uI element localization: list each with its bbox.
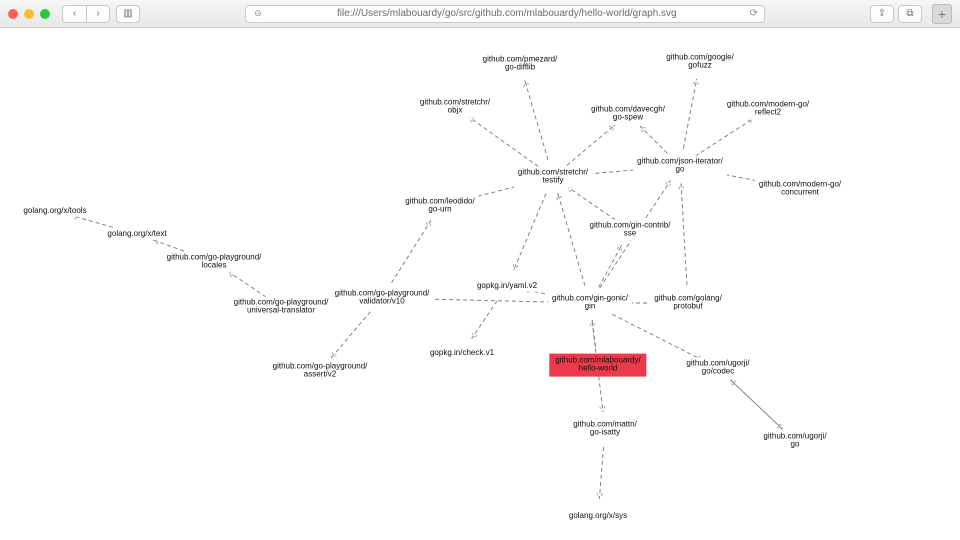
- graph-node-gofuzz: github.com/google/ gofuzz: [662, 52, 738, 73]
- graph-node-reflect2: github.com/modern-go/ reflect2: [723, 99, 813, 120]
- graph-edge: [567, 126, 614, 166]
- graph-edge: [392, 221, 431, 283]
- graph-node-yaml: gopkg.in/yaml.v2: [473, 280, 541, 292]
- graph-edge: [472, 301, 497, 338]
- tabs-icon: ⧉: [906, 8, 913, 19]
- graph-node-objx: github.com/stretchr/ objx: [416, 97, 494, 118]
- graph-node-ugorjicodec: github.com/ugorji/ go/codec: [682, 358, 753, 379]
- window-close-button[interactable]: [8, 9, 18, 19]
- sidebar-button[interactable]: ▥: [116, 5, 140, 23]
- graph-node-xtools: golang.org/x/tools: [19, 205, 90, 217]
- window-traffic-lights: [8, 9, 50, 19]
- toolbar-right: ⇪ ⧉: [870, 5, 922, 23]
- graph-node-protobuf: github.com/golang/ protobuf: [650, 293, 726, 314]
- plus-icon: +: [938, 6, 946, 22]
- graph-node-concurrent: github.com/modern-go/ concurrent: [755, 179, 845, 200]
- graph-edge: [599, 246, 622, 287]
- site-info-icon: ⊝: [252, 8, 264, 20]
- graph-node-jsoniter: github.com/json-iterator/ go: [633, 156, 727, 177]
- window-zoom-button[interactable]: [40, 9, 50, 19]
- graph-edge: [514, 194, 546, 270]
- graph-edge: [525, 81, 548, 159]
- chevron-left-icon: ‹: [73, 8, 76, 19]
- address-bar-wrap: ⊝ file:///Users/mlabouardy/go/src/github…: [146, 5, 864, 23]
- graph-node-hello: github.com/mlabouardy/ hello-world: [549, 354, 646, 377]
- graph-edge: [558, 194, 585, 285]
- graph-edge: [731, 380, 782, 428]
- graph-edge: [568, 187, 615, 220]
- graph-node-spew: github.com/davecgh/ go-spew: [587, 104, 669, 125]
- browser-toolbar: ‹ › ▥ ⊝ file:///Users/mlabouardy/go/src/…: [0, 0, 960, 28]
- graph-node-validator: github.com/go-playground/ validator/v10: [331, 288, 434, 309]
- graph-edge: [641, 127, 668, 154]
- back-button[interactable]: ‹: [62, 5, 86, 23]
- chevron-right-icon: ›: [96, 8, 99, 19]
- new-tab-button[interactable]: +: [932, 4, 952, 24]
- graph-node-mattn: github.com/mattn/ go-isatty: [569, 419, 641, 440]
- tabs-button[interactable]: ⧉: [898, 5, 922, 23]
- graph-node-locales: github.com/go-playground/ locales: [163, 252, 266, 273]
- address-bar[interactable]: ⊝ file:///Users/mlabouardy/go/src/github…: [245, 5, 765, 23]
- nav-back-forward: ‹ ›: [62, 5, 110, 23]
- graph-edge: [470, 117, 539, 166]
- graph-node-check: gopkg.in/check.v1: [426, 347, 498, 359]
- graph-node-ugorjigo: github.com/ugorji/ go: [759, 431, 830, 452]
- graph-edge: [332, 312, 371, 358]
- share-button[interactable]: ⇪: [870, 5, 894, 23]
- graph-node-assert: github.com/go-playground/ assert/v2: [269, 361, 372, 382]
- graph-node-xtext: golang.org/x/text: [103, 228, 170, 240]
- graph-node-utrans: github.com/go-playground/ universal-tran…: [230, 297, 333, 318]
- reload-icon[interactable]: ⟳: [750, 8, 758, 19]
- graph-edge: [681, 184, 687, 285]
- graph-edge: [229, 272, 266, 297]
- graph-node-difflib: github.com/pmezard/ go-difflib: [479, 54, 562, 75]
- dependency-graph: github.com/mlabouardy/ hello-world github…: [0, 28, 960, 540]
- graph-node-testify: github.com/stretchr/ testify: [514, 167, 592, 188]
- graph-node-gin: github.com/gin-gonic/ gin: [548, 293, 632, 314]
- graph-edge: [606, 311, 702, 360]
- url-text: file:///Users/mlabouardy/go/src/github.c…: [270, 8, 744, 19]
- graph-edge: [695, 119, 753, 156]
- graph-node-gourn: github.com/leodido/ go-urn: [401, 196, 478, 217]
- graph-node-xsys: golang.org/x/sys: [565, 510, 631, 522]
- window-minimize-button[interactable]: [24, 9, 34, 19]
- sidebar-icon: ▥: [123, 8, 132, 19]
- graph-edge: [683, 80, 696, 149]
- graph-node-sse: github.com/gin-contrib/ sse: [586, 220, 675, 241]
- graph-edge: [599, 447, 603, 498]
- forward-button[interactable]: ›: [86, 5, 110, 23]
- share-icon: ⇪: [878, 8, 886, 19]
